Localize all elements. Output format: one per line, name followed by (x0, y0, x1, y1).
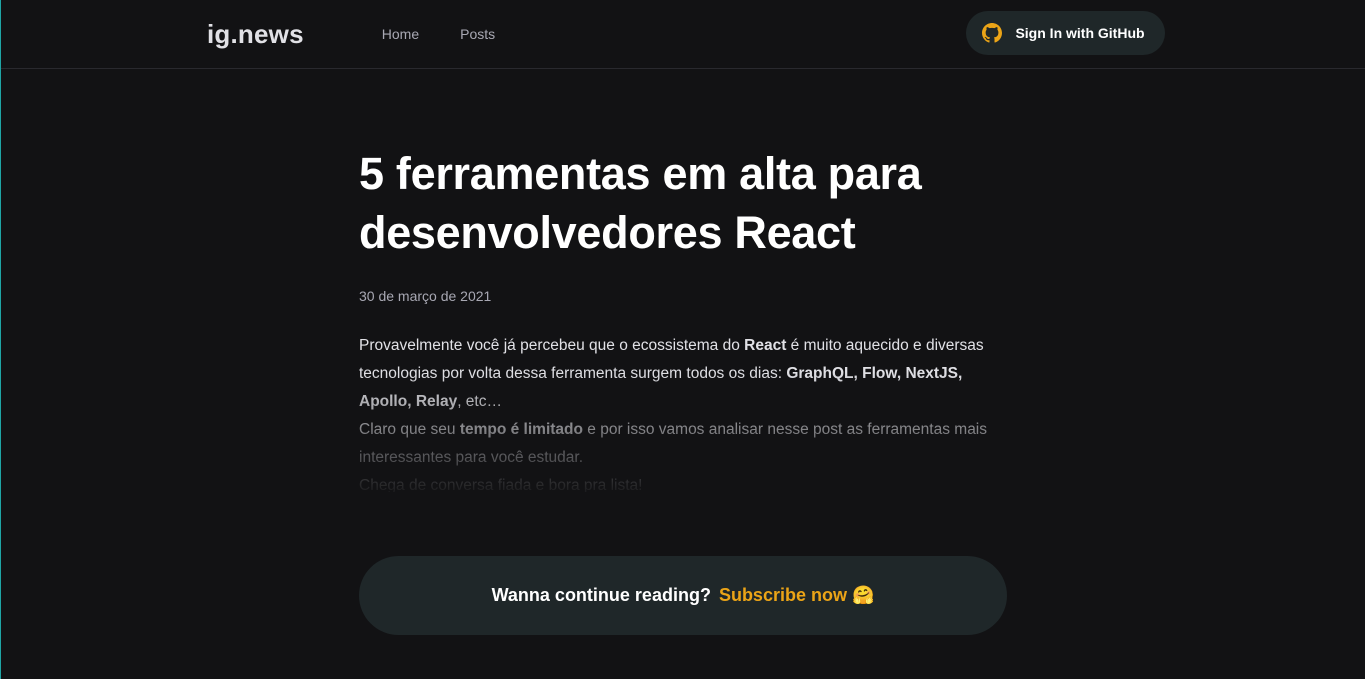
post-preview-content: Provavelmente você já percebeu que o eco… (359, 332, 1007, 492)
post-text-bold: tempo é limitado (459, 421, 583, 438)
post-date: 30 de março de 2021 (359, 288, 492, 304)
nav-item-posts[interactable]: Posts (460, 26, 495, 42)
post-text: Claro que seu (359, 421, 460, 438)
continue-reading-banner: Wanna continue reading? Subscribe now 🤗 (359, 556, 1007, 635)
site-logo[interactable]: ig.news (207, 19, 304, 50)
post-article: 5 ferramentas em alta para desenvolvedor… (359, 144, 1007, 635)
site-header: ig.news Home Posts Sign In with GitHub (1, 0, 1365, 69)
continue-reading-prompt: Wanna continue reading? (491, 585, 711, 605)
hugging-face-icon: 🤗 (851, 585, 875, 605)
post-paragraph: Chega de conversa fiada e bora pra lista… (359, 472, 1007, 492)
subscribe-now-label: Subscribe now (718, 585, 847, 605)
subscribe-now-link[interactable]: Subscribe now 🤗 (719, 585, 874, 606)
post-title: 5 ferramentas em alta para desenvolvedor… (359, 148, 922, 258)
nav-item-home[interactable]: Home (382, 26, 419, 42)
main-nav: Home Posts (382, 0, 495, 68)
post-text: Provavelmente você já percebeu que o eco… (359, 337, 745, 354)
sign-in-label: Sign In with GitHub (1015, 25, 1145, 41)
post-text: Chega de conversa fiada e bora pra lista… (359, 477, 643, 492)
post-paragraph: Claro que seu tempo é limitado e por iss… (359, 416, 1007, 472)
post-paragraph: Provavelmente você já percebeu que o eco… (359, 332, 1007, 416)
sign-in-github-button[interactable]: Sign In with GitHub (966, 11, 1165, 55)
header-inner: ig.news Home Posts Sign In with GitHub (207, 0, 1165, 68)
post-text-bold: React (744, 337, 787, 354)
post-text: , etc… (457, 393, 502, 410)
github-icon (982, 23, 1003, 43)
